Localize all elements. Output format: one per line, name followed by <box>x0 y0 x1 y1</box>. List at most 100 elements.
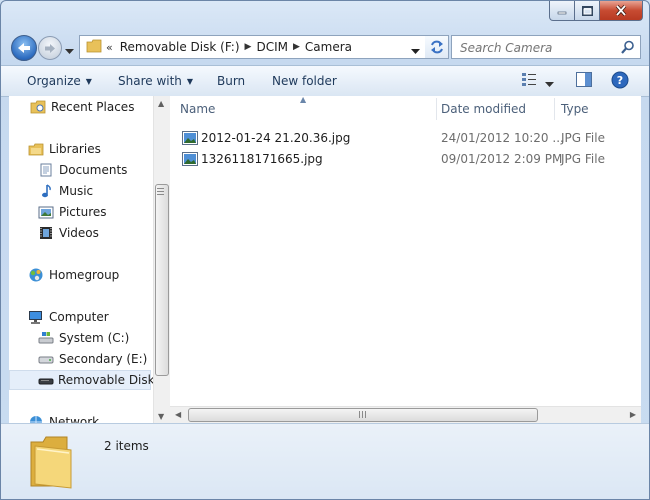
help-icon: ? <box>611 71 629 89</box>
burn-button[interactable]: Burn <box>217 74 245 88</box>
refresh-button[interactable] <box>425 35 449 59</box>
nav-item-secondary-drive[interactable]: Secondary (E:) <box>37 349 147 369</box>
organize-button[interactable]: Organize ▼ <box>27 74 92 88</box>
nav-label: Homegroup <box>49 268 120 282</box>
music-icon <box>37 184 55 198</box>
folder-icon <box>27 432 73 493</box>
more-views-button[interactable] <box>545 77 554 91</box>
caption-buttons <box>549 1 643 21</box>
computer-icon <box>27 310 45 325</box>
close-icon <box>615 5 627 16</box>
nav-label: Removable Disk <box>58 373 153 387</box>
close-button[interactable] <box>600 1 643 21</box>
minimize-button[interactable] <box>549 1 575 21</box>
search-icon[interactable] <box>621 40 635 57</box>
column-header-row: ▲ Name Date modified Type <box>170 95 641 122</box>
nav-item-computer[interactable]: Computer <box>27 307 109 327</box>
forward-button[interactable] <box>38 36 62 60</box>
sort-ascending-icon: ▲ <box>300 95 307 104</box>
back-button[interactable] <box>11 35 37 61</box>
scroll-up-arrow-icon[interactable]: ▲ <box>158 99 164 108</box>
chevron-down-icon <box>411 49 420 54</box>
nav-label: Documents <box>59 163 128 177</box>
column-name[interactable]: Name <box>180 102 215 116</box>
maximize-button[interactable] <box>575 1 600 21</box>
nav-label: Recent Places <box>51 100 135 114</box>
search-box[interactable] <box>451 35 641 59</box>
nav-vertical-scrollbar[interactable]: ▲ ▼ <box>153 96 170 424</box>
chevron-down-icon <box>65 49 74 54</box>
details-pane: 2 items <box>1 423 649 499</box>
change-view-button[interactable] <box>521 72 537 89</box>
address-bar[interactable]: « Removable Disk (F:) ▶ DCIM ▶ Camera <box>79 35 427 59</box>
nav-item-libraries[interactable]: Libraries <box>27 139 101 159</box>
breadcrumb-separator[interactable]: ▶ <box>245 42 252 52</box>
nav-label: Videos <box>59 226 99 240</box>
svg-text:?: ? <box>617 74 623 87</box>
chevron-down-icon <box>545 82 554 87</box>
new-folder-button[interactable]: New folder <box>272 74 337 88</box>
scroll-grip <box>157 188 164 197</box>
nav-item-homegroup[interactable]: Homegroup <box>27 265 119 285</box>
forward-arrow-icon <box>45 43 55 53</box>
column-divider[interactable] <box>436 98 437 120</box>
nav-label: Secondary (E:) <box>59 352 148 366</box>
nav-item-recent-places[interactable]: Recent Places <box>29 97 134 117</box>
horizontal-scrollbar[interactable]: ◀ ▶ <box>170 406 641 424</box>
nav-item-videos[interactable]: Videos <box>37 223 99 243</box>
column-type[interactable]: Type <box>561 102 589 116</box>
scroll-down-arrow-icon[interactable]: ▼ <box>158 412 164 421</box>
search-input[interactable] <box>458 37 622 59</box>
recent-places-icon <box>29 100 47 114</box>
share-with-button[interactable]: Share with ▼ <box>118 74 193 88</box>
maximize-icon <box>581 5 593 16</box>
videos-icon <box>37 226 55 240</box>
file-date: 24/01/2012 10:20 ... <box>441 131 564 145</box>
navigation-bar: « Removable Disk (F:) ▶ DCIM ▶ Camera <box>9 33 641 61</box>
homegroup-icon <box>27 267 45 283</box>
libraries-icon <box>27 142 45 156</box>
breadcrumb-removable-disk[interactable]: Removable Disk (F:) <box>115 40 245 54</box>
file-type: JPG File <box>561 152 605 166</box>
breadcrumb-camera[interactable]: Camera <box>300 40 357 54</box>
item-count: 2 items <box>104 439 149 453</box>
details-view-icon <box>522 73 536 86</box>
help-button[interactable]: ? <box>611 71 629 92</box>
file-row[interactable]: 2012-01-24 21.20.36.jpg 24/01/2012 10:20… <box>170 128 641 148</box>
column-date-modified[interactable]: Date modified <box>441 102 526 116</box>
chevron-down-icon: ▼ <box>186 77 194 86</box>
breadcrumb-overflow[interactable]: « <box>106 41 113 54</box>
nav-item-documents[interactable]: Documents <box>37 160 127 180</box>
folder-icon <box>86 39 102 56</box>
file-name: 1326118171665.jpg <box>201 152 323 166</box>
main-area: Recent Places Libraries Documents Music … <box>9 95 641 424</box>
pictures-icon <box>37 205 55 219</box>
scroll-thumb[interactable] <box>155 184 169 376</box>
system-drive-icon <box>37 331 55 345</box>
address-dropdown-button[interactable] <box>411 44 420 58</box>
jpg-file-icon <box>182 152 198 169</box>
preview-pane-icon <box>576 72 592 87</box>
file-row[interactable]: 1326118171665.jpg 09/01/2012 2:09 PM JPG… <box>170 149 641 169</box>
share-with-label: Share with <box>118 74 182 88</box>
preview-pane-button[interactable] <box>576 72 592 90</box>
nav-item-music[interactable]: Music <box>37 181 93 201</box>
minimize-icon <box>557 11 567 14</box>
refresh-icon <box>430 40 443 54</box>
documents-icon <box>37 163 55 177</box>
nav-item-pictures[interactable]: Pictures <box>37 202 107 222</box>
nav-item-system-drive[interactable]: System (C:) <box>37 328 129 348</box>
column-divider[interactable] <box>554 98 555 120</box>
file-type: JPG File <box>561 131 605 145</box>
breadcrumb-dcim[interactable]: DCIM <box>251 40 293 54</box>
nav-label: Music <box>59 184 94 198</box>
breadcrumb-separator[interactable]: ▶ <box>293 42 300 52</box>
nav-item-removable-disk[interactable]: Removable Disk <box>9 370 153 390</box>
file-list: ▲ Name Date modified Type 2012-01-24 21.… <box>170 95 641 424</box>
scroll-left-arrow-icon[interactable]: ◀ <box>175 410 181 419</box>
file-name: 2012-01-24 21.20.36.jpg <box>201 131 351 145</box>
command-bar: Organize ▼ Share with ▼ Burn New folder <box>1 65 649 97</box>
nav-label: Pictures <box>59 205 107 219</box>
recent-pages-button[interactable] <box>65 44 74 58</box>
scroll-right-arrow-icon[interactable]: ▶ <box>630 410 636 419</box>
